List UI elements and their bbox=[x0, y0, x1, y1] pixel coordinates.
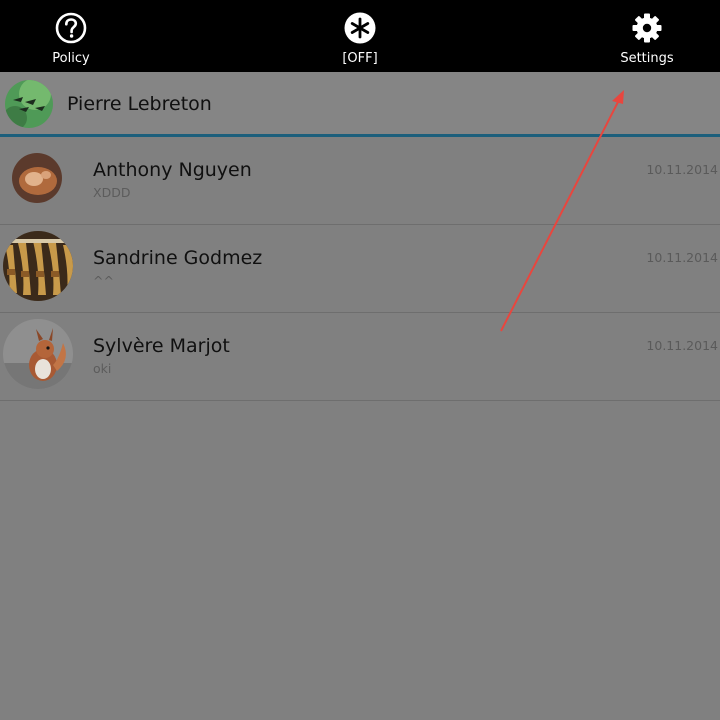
avatar bbox=[3, 231, 73, 301]
contact-name: Anthony Nguyen bbox=[93, 159, 252, 181]
asterisk-icon bbox=[344, 12, 376, 44]
status-toggle-button[interactable]: [OFF] bbox=[318, 0, 402, 72]
account-header[interactable]: Pierre Lebreton bbox=[0, 72, 720, 137]
contact-name: Sylvère Marjot bbox=[93, 335, 230, 357]
list-item[interactable]: Sandrine Godmez ^^ 10.11.2014 bbox=[0, 225, 720, 313]
help-circle-icon bbox=[55, 12, 87, 44]
message-preview: oki bbox=[93, 361, 112, 376]
settings-label: Settings bbox=[620, 51, 674, 66]
message-date: 10.11.2014 bbox=[646, 162, 718, 177]
list-item[interactable]: Sylvère Marjot oki 10.11.2014 bbox=[0, 313, 720, 401]
policy-label: Policy bbox=[52, 51, 90, 66]
policy-button[interactable]: Policy bbox=[36, 0, 106, 72]
account-name: Pierre Lebreton bbox=[67, 93, 212, 115]
gear-icon bbox=[632, 13, 662, 43]
conversation-list: Anthony Nguyen XDDD 10.11.2014 Sandrine … bbox=[0, 137, 720, 401]
list-item[interactable]: Anthony Nguyen XDDD 10.11.2014 bbox=[0, 137, 720, 225]
status-label: [OFF] bbox=[342, 51, 378, 66]
message-date: 10.11.2014 bbox=[646, 250, 718, 265]
contact-name: Sandrine Godmez bbox=[93, 247, 263, 269]
top-action-bar: Policy [OFF] Settings bbox=[0, 0, 720, 72]
avatar bbox=[12, 153, 62, 203]
message-preview: XDDD bbox=[93, 185, 131, 200]
avatar bbox=[3, 319, 73, 389]
settings-button[interactable]: Settings bbox=[606, 0, 688, 72]
message-date: 10.11.2014 bbox=[646, 338, 718, 353]
message-preview: ^^ bbox=[93, 273, 114, 288]
avatar bbox=[5, 80, 53, 128]
